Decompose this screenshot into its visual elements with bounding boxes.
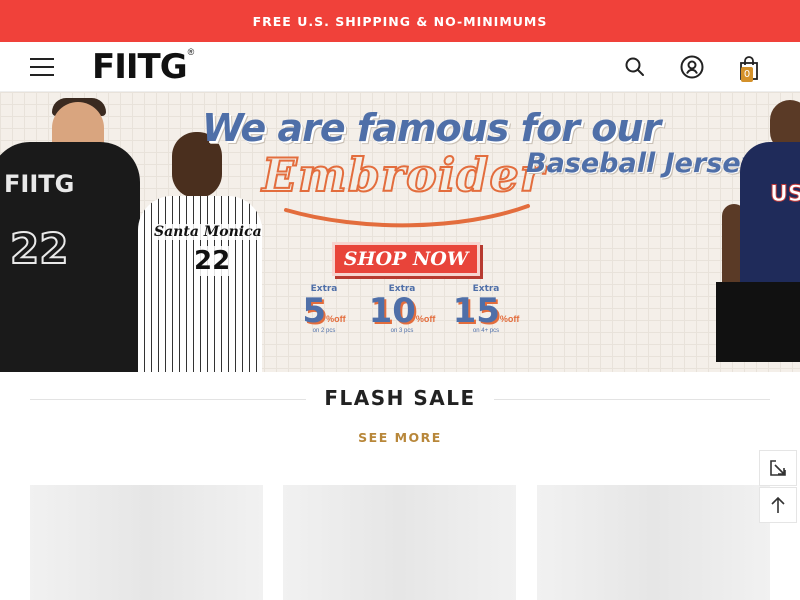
cart-button[interactable]: 0: [738, 56, 760, 84]
black-jersey-model: FIITG 22: [0, 142, 140, 372]
hero-banner[interactable]: FIITG 22 Santa Monica 22 We are famous f…: [0, 92, 800, 372]
search-icon: [625, 57, 644, 76]
flash-sale-title: FLASH SALE: [324, 386, 476, 410]
logo-text: FIITG: [92, 47, 188, 87]
hamburger-menu-icon: [30, 58, 54, 60]
product-card[interactable]: [30, 485, 263, 600]
announcement-text: FREE U.S. SHIPPING & NO-MINIMUMS: [252, 13, 548, 29]
back-to-top-icon: [771, 496, 785, 513]
site-header: FIITG ® 0: [0, 42, 800, 92]
white-jersey-label: Santa Monica: [154, 224, 262, 240]
shop-now-button[interactable]: SHOP NOW: [332, 242, 480, 276]
logo-registered-mark: ®: [187, 47, 195, 57]
expand-icon: [770, 460, 786, 476]
expand-button[interactable]: [759, 450, 797, 486]
menu-button[interactable]: [30, 58, 54, 76]
search-button[interactable]: [624, 56, 646, 78]
announcement-bar: FREE U.S. SHIPPING & NO-MINIMUMS: [0, 0, 800, 42]
product-card[interactable]: [537, 485, 770, 600]
hero-script-text: Embroider: [261, 147, 545, 203]
black-jersey-label: FIITG: [4, 170, 75, 198]
model-shorts: [716, 282, 800, 362]
back-to-top-button[interactable]: [759, 487, 797, 523]
white-jersey-number: 22: [194, 246, 231, 276]
hero-subheadline: Baseball Jerseys: [526, 148, 775, 179]
discount-badge: Extra 10%off on 3 pcs: [368, 284, 436, 334]
swoosh-decoration: [284, 204, 530, 228]
see-more-link[interactable]: SEE MORE: [0, 430, 800, 445]
account-icon: [680, 55, 704, 79]
divider: [494, 399, 770, 400]
hero-headline: We are famous for our: [202, 106, 661, 150]
discount-badge: Extra 15%off on 4+ pcs: [452, 284, 520, 334]
white-jersey-model: Santa Monica 22: [138, 196, 262, 372]
account-button[interactable]: [680, 55, 704, 79]
logo[interactable]: FIITG ®: [92, 47, 195, 87]
product-card[interactable]: [283, 485, 516, 600]
side-tools: [759, 450, 797, 524]
black-jersey-number: 22: [9, 223, 69, 274]
cart-count-badge: 0: [741, 67, 753, 82]
navy-jersey-label: USA: [770, 182, 800, 208]
discount-badge: Extra 5%off on 2 pcs: [302, 284, 346, 334]
